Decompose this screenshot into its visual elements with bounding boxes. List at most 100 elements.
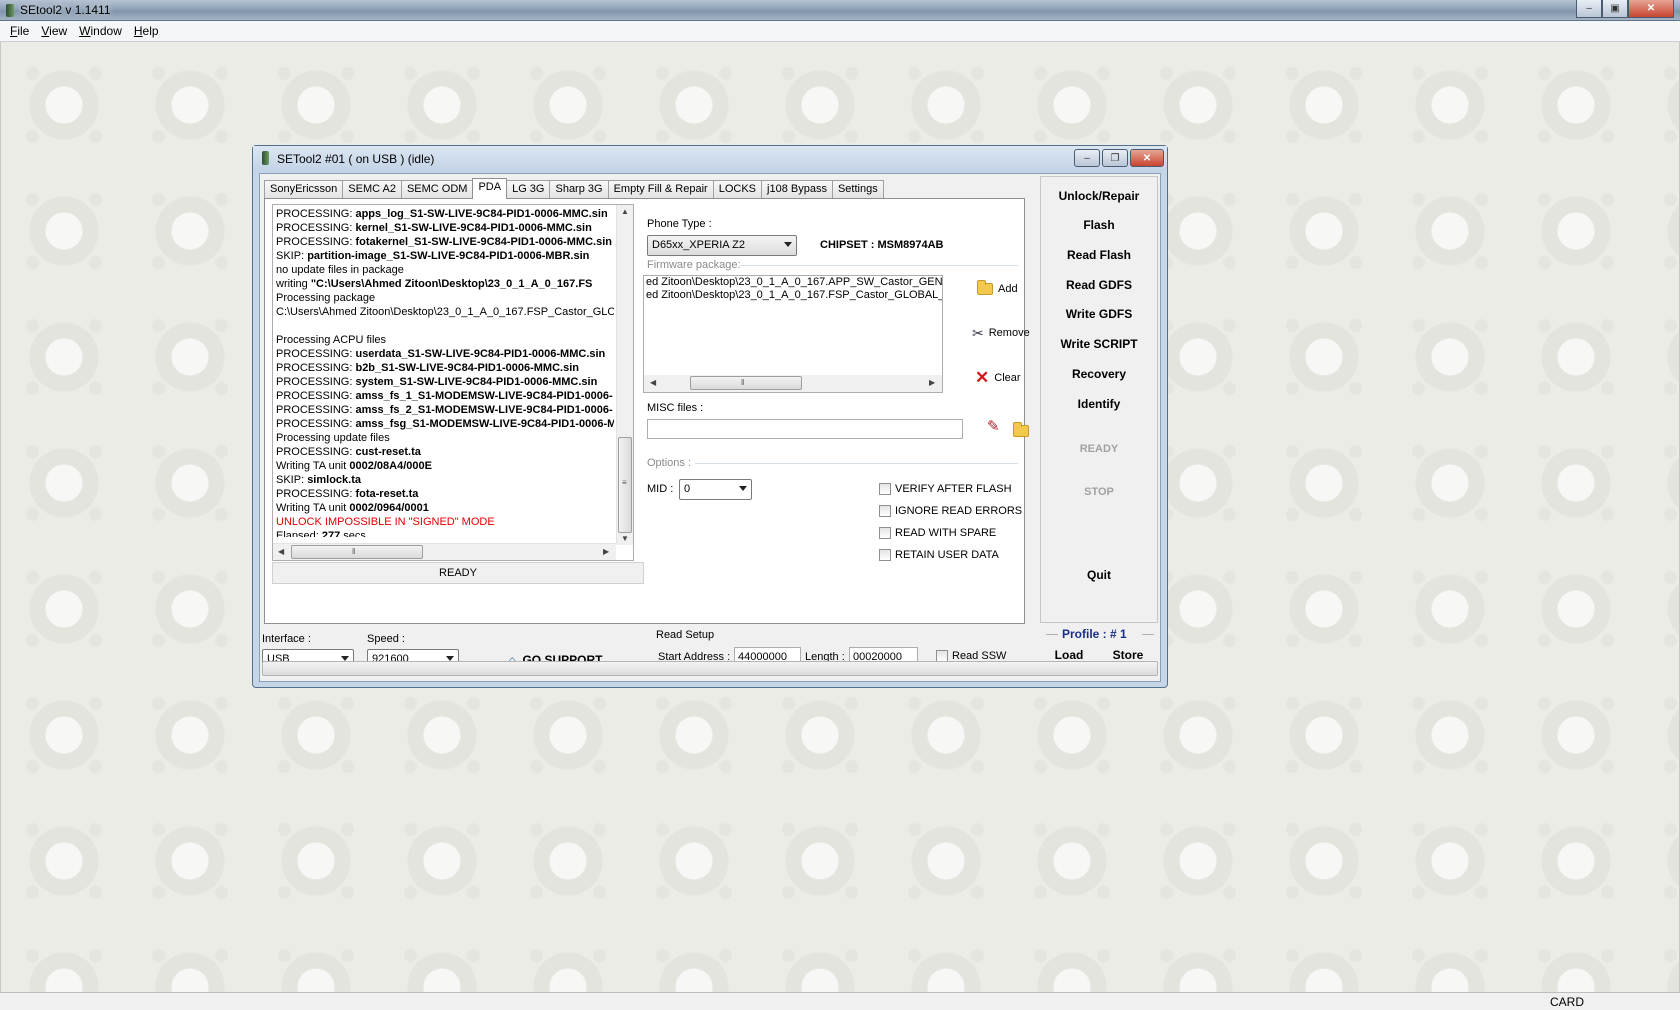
log-line: no update files in package <box>276 263 614 277</box>
log-line-value: amss_fs_2_S1-MODEMSW-LIVE-9C84-PID1-0006… <box>355 404 613 416</box>
log-line-prefix: PROCESSING: <box>276 208 356 220</box>
grip-icon: ≡ <box>622 478 627 487</box>
chevron-down-icon <box>739 486 747 491</box>
log-status: READY <box>272 562 644 584</box>
tab-sharp-3g[interactable]: Sharp 3G <box>549 180 609 199</box>
progress-bar <box>262 661 1158 676</box>
log-line-prefix: Processing package <box>276 292 376 304</box>
log-line-value: userdata_S1-SW-LIVE-9C84-PID1-0006-MMC.s… <box>355 348 606 360</box>
clear-firmware-button[interactable]: ✕ Clear <box>975 369 1021 386</box>
write-script-button[interactable]: Write SCRIPT <box>1041 337 1157 351</box>
tab-sonyericsson[interactable]: SonyEricsson <box>264 180 344 199</box>
tab-lg-3g[interactable]: LG 3G <box>506 180 551 199</box>
close-icon: ✕ <box>975 368 990 387</box>
stop-button[interactable]: STOP <box>1041 486 1157 498</box>
load-profile-button[interactable]: Load <box>1040 648 1098 662</box>
scroll-right-icon[interactable]: ▶ <box>603 547 609 556</box>
window-restore-button[interactable]: ❐ <box>1102 149 1128 167</box>
log-line: Elapsed: 277 secs. <box>276 529 614 537</box>
firmware-horizontal-scrollbar[interactable]: ◀ ‖ ▶ <box>644 375 942 392</box>
window-titlebar[interactable]: SETool2 #01 ( on USB ) (idle) – ❐ ✕ <box>253 146 1167 172</box>
firmware-file-item[interactable]: ed Zitoon\Desktop\23_0_1_A_0_167.APP_SW_… <box>644 276 942 289</box>
tab-pda[interactable]: PDA <box>472 178 508 199</box>
read-with-spare-label: READ WITH SPARE <box>895 527 997 539</box>
log-vertical-scrollbar[interactable]: ▲ ≡ ▼ <box>616 205 633 545</box>
phone-type-select[interactable]: D65xx_XPERIA Z2 <box>647 235 797 256</box>
mid-select[interactable]: 0 <box>679 479 752 500</box>
misc-files-input[interactable] <box>647 419 963 439</box>
log-line-value: "C:\Users\Ahmed Zitoon\Desktop\23_0_1_A_… <box>310 278 593 290</box>
add-firmware-button[interactable]: Add <box>977 280 1018 295</box>
scroll-down-icon[interactable]: ▼ <box>621 534 629 543</box>
unlock-repair-button[interactable]: Unlock/Repair <box>1041 189 1157 203</box>
tab-semc-a2[interactable]: SEMC A2 <box>342 180 402 199</box>
window-close-button[interactable]: ✕ <box>1130 149 1164 167</box>
log-line: Processing package <box>276 291 614 305</box>
verify-after-flash-checkbox[interactable]: VERIFY AFTER FLASH <box>879 483 1012 495</box>
write-gdfs-button[interactable]: Write GDFS <box>1041 307 1157 321</box>
menu-file[interactable]: File <box>4 24 35 38</box>
remove-firmware-button[interactable]: ✂ Remove <box>972 326 1030 340</box>
scroll-right-icon[interactable]: ▶ <box>929 378 935 387</box>
log-line-prefix: Writing TA unit <box>276 460 350 472</box>
log-line-prefix: PROCESSING: <box>276 418 356 430</box>
app-window-controls: – ▣ ✕ <box>1576 0 1674 18</box>
log-line: Processing update files <box>276 431 614 445</box>
tab-locks[interactable]: LOCKS <box>712 180 763 199</box>
ignore-read-errors-label: IGNORE READ ERRORS <box>895 505 1023 517</box>
log-line-prefix: PROCESSING: <box>276 222 356 234</box>
scroll-left-icon[interactable]: ◀ <box>650 378 656 387</box>
tab-semc-odm[interactable]: SEMC ODM <box>400 180 474 199</box>
tab-settings[interactable]: Settings <box>831 180 884 199</box>
folder-icon[interactable] <box>1013 422 1029 437</box>
store-profile-button[interactable]: Store <box>1098 648 1158 662</box>
grip-icon: ‖ <box>352 547 356 556</box>
retain-user-data-checkbox[interactable]: RETAIN USER DATA <box>879 549 999 561</box>
mid-label: MID : <box>647 483 674 495</box>
folder-icon <box>977 280 993 295</box>
log-line-prefix: Processing ACPU files <box>276 334 387 346</box>
firmware-divider <box>740 265 1018 266</box>
identify-button[interactable]: Identify <box>1041 397 1157 411</box>
log-line-value: fotakernel_S1-SW-LIVE-9C84-PID1-0006-MMC… <box>355 236 612 248</box>
log-line: PROCESSING: cust-reset.ta <box>276 445 614 459</box>
log-line-prefix: writing <box>276 278 311 290</box>
menu-view[interactable]: View <box>35 24 73 38</box>
edit-icon[interactable]: ✎ <box>987 419 1000 434</box>
maximize-button[interactable]: ▣ <box>1602 0 1628 18</box>
close-button[interactable]: ✕ <box>1628 0 1674 18</box>
scroll-up-icon[interactable]: ▲ <box>621 207 629 216</box>
recovery-button[interactable]: Recovery <box>1041 367 1157 381</box>
quit-button[interactable]: Quit <box>1041 568 1157 582</box>
scroll-left-icon[interactable]: ◀ <box>278 547 284 556</box>
log-line-prefix: PROCESSING: <box>276 348 356 360</box>
log-line-value: fota-reset.ta <box>355 488 419 500</box>
card-status: CARD <box>1549 995 1584 1009</box>
ignore-read-errors-checkbox[interactable]: IGNORE READ ERRORS <box>879 505 1022 517</box>
firmware-hscroll-thumb[interactable]: ‖ <box>690 376 802 390</box>
firmware-file-list[interactable]: ed Zitoon\Desktop\23_0_1_A_0_167.APP_SW_… <box>643 275 943 393</box>
menu-window[interactable]: Window <box>73 24 128 38</box>
window-minimize-button[interactable]: – <box>1074 149 1100 167</box>
minimize-button[interactable]: – <box>1576 0 1602 18</box>
log-horizontal-scrollbar[interactable]: ◀ ‖ ▶ <box>273 543 616 560</box>
log-line-suffix: secs. <box>340 530 369 537</box>
menu-help[interactable]: Help <box>128 24 165 38</box>
read-flash-button[interactable]: Read Flash <box>1041 248 1157 262</box>
flash-button[interactable]: Flash <box>1041 218 1157 232</box>
menu-bar: File View Window Help <box>0 21 1680 42</box>
chipset-label: CHIPSET : MSM8974AB <box>820 239 944 251</box>
tab-j108-bypass[interactable]: j108 Bypass <box>761 180 833 199</box>
read-with-spare-checkbox[interactable]: READ WITH SPARE <box>879 527 996 539</box>
log-vscroll-thumb[interactable]: ≡ <box>618 437 632 533</box>
log-line-value: system_S1-SW-LIVE-9C84-PID1-0006-MMC.sin <box>355 376 598 388</box>
firmware-package-label: Firmware package: <box>647 259 741 271</box>
tab-empty-fill-repair[interactable]: Empty Fill & Repair <box>607 180 714 199</box>
log-line: PROCESSING: fotakernel_S1-SW-LIVE-9C84-P… <box>276 235 614 249</box>
log-hscroll-thumb[interactable]: ‖ <box>291 545 423 559</box>
read-gdfs-button[interactable]: Read GDFS <box>1041 278 1157 292</box>
profile-divider-left <box>1046 634 1058 635</box>
firmware-file-item[interactable]: ed Zitoon\Desktop\23_0_1_A_0_167.FSP_Cas… <box>644 289 942 302</box>
pda-tab-panel: PROCESSING: apps_log_S1-SW-LIVE-9C84-PID… <box>264 198 1030 624</box>
log-output[interactable]: PROCESSING: apps_log_S1-SW-LIVE-9C84-PID… <box>272 204 634 561</box>
